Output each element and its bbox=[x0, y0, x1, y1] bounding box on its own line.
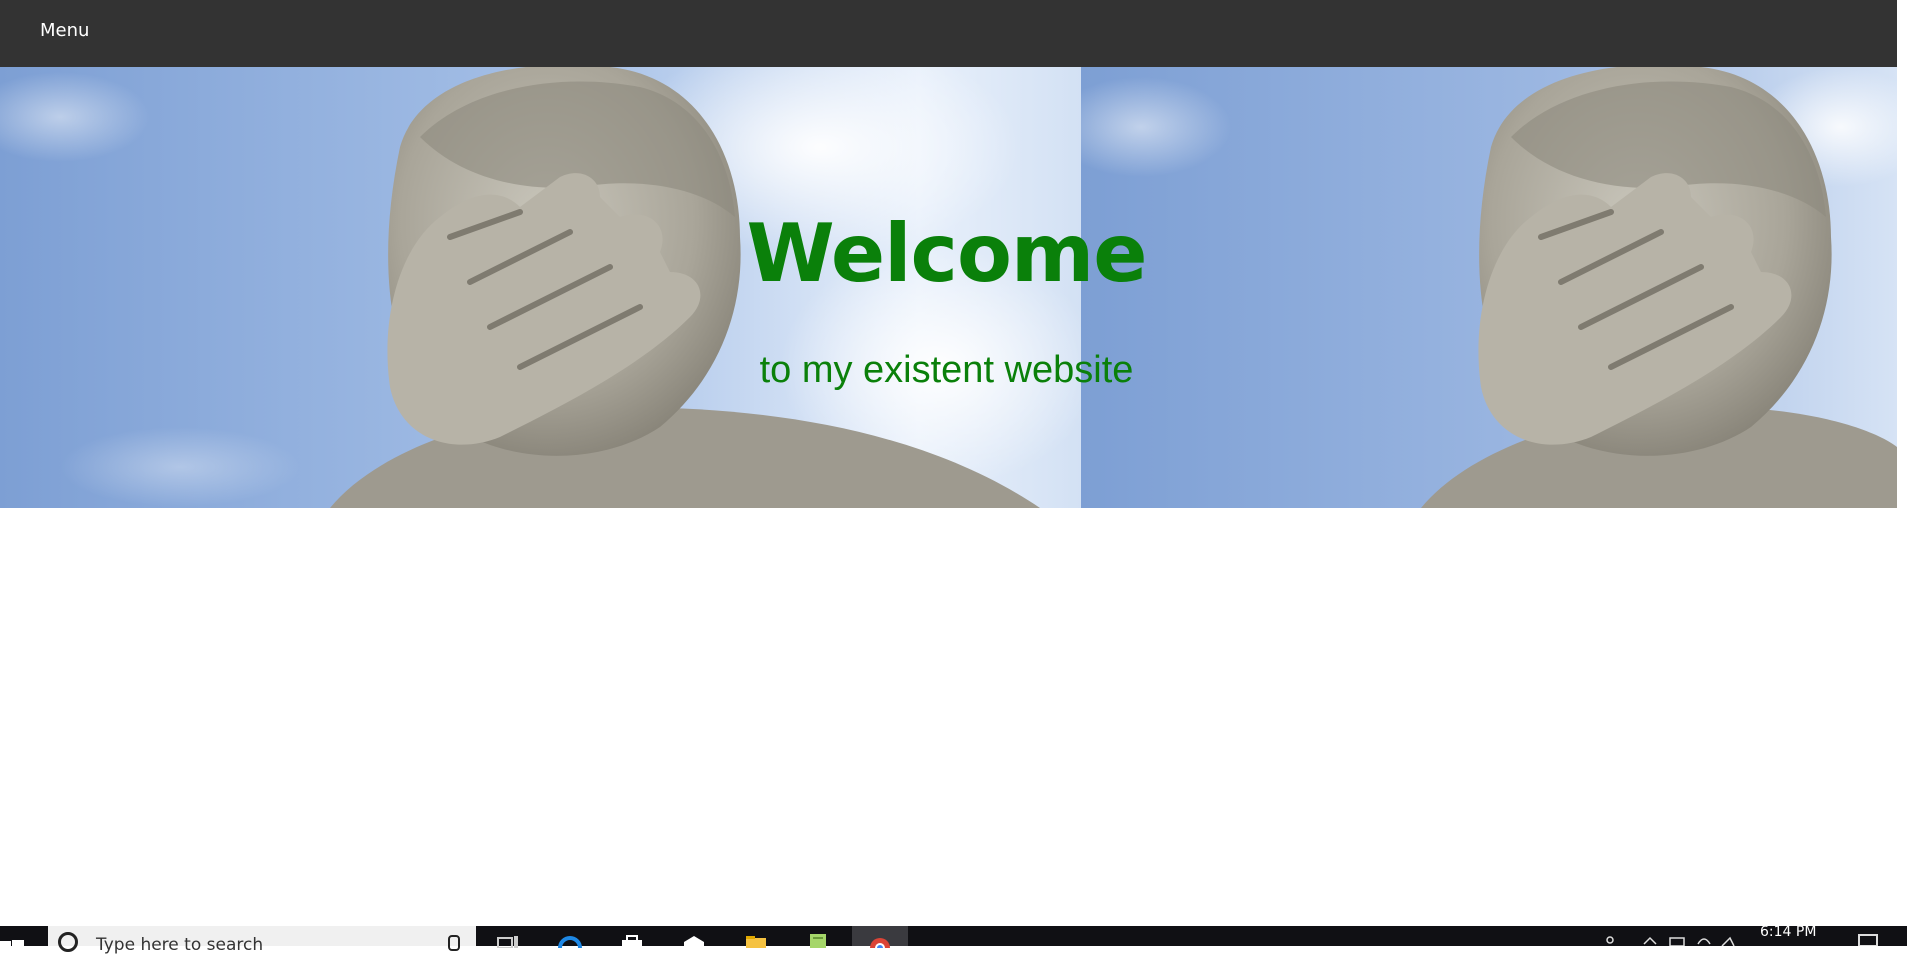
search-icon bbox=[58, 932, 78, 952]
notepad-icon[interactable] bbox=[790, 926, 846, 948]
hero-title: Welcome bbox=[746, 207, 1147, 300]
top-navbar: Menu bbox=[0, 0, 1897, 67]
chrome-icon[interactable] bbox=[852, 926, 908, 948]
windows-taskbar: Type here to search 6:14 PM bbox=[0, 924, 1907, 955]
action-center-icon[interactable] bbox=[1858, 934, 1878, 946]
windows-logo-icon bbox=[0, 940, 24, 946]
microphone-icon[interactable] bbox=[448, 935, 460, 951]
store-icon[interactable] bbox=[604, 926, 660, 948]
edge-icon[interactable] bbox=[542, 926, 598, 948]
task-view-icon[interactable] bbox=[480, 926, 536, 948]
taskbar-clock[interactable]: 6:14 PM bbox=[1760, 924, 1816, 940]
file-explorer-icon[interactable] bbox=[728, 926, 784, 948]
hero-banner: Welcome to my existent website bbox=[0, 67, 1897, 508]
hero-subtitle: to my existent website bbox=[759, 349, 1134, 391]
taskbar-search-box[interactable]: Type here to search bbox=[48, 926, 476, 955]
mail-icon[interactable] bbox=[666, 926, 722, 948]
menu-link[interactable]: Menu bbox=[40, 20, 89, 41]
system-tray-icons[interactable] bbox=[1600, 930, 1740, 946]
start-button[interactable] bbox=[0, 926, 46, 946]
search-placeholder: Type here to search bbox=[96, 935, 264, 955]
